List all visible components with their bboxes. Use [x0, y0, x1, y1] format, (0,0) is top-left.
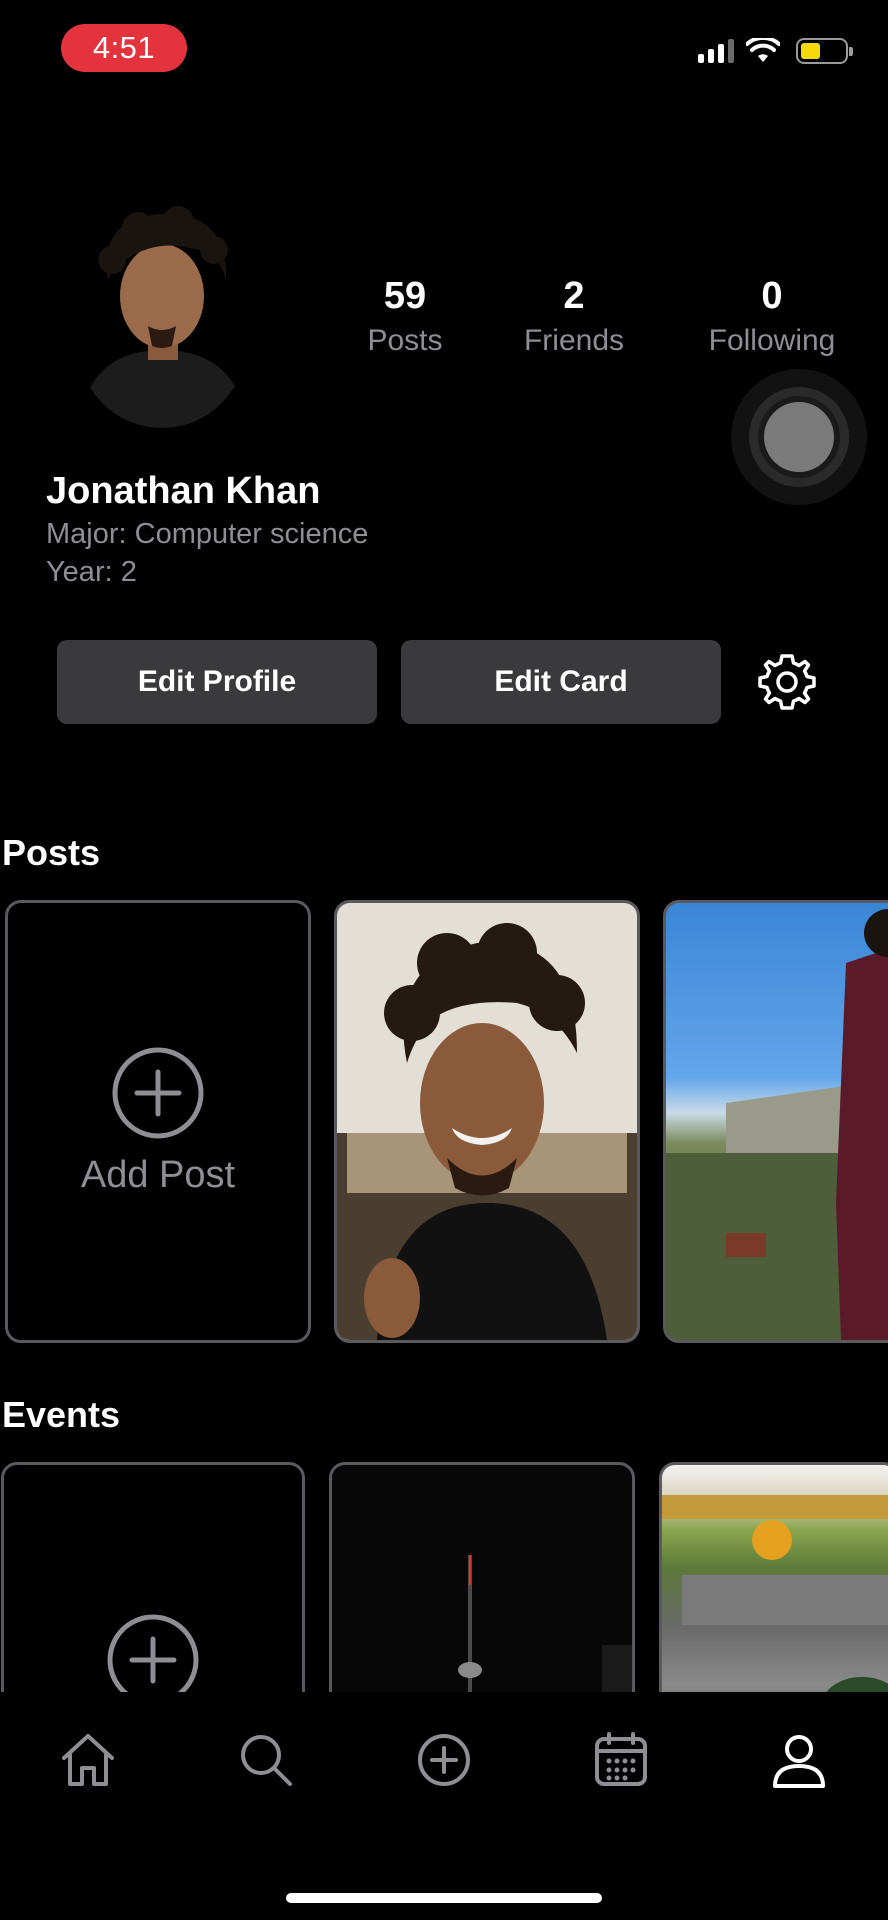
add-circle-icon[interactable] — [414, 1730, 474, 1790]
search-icon[interactable] — [236, 1730, 296, 1790]
signal-icon — [698, 39, 734, 63]
stat-friends-value: 2 — [563, 275, 585, 317]
post-photo-landscape — [666, 909, 888, 1340]
stat-posts-value: 59 — [383, 275, 427, 317]
stat-following-label: Following — [708, 324, 836, 357]
posts-section-title: Posts — [2, 832, 101, 873]
battery-icon — [796, 38, 853, 64]
post-thumbnail[interactable] — [663, 900, 888, 1343]
home-icon[interactable] — [58, 1730, 118, 1790]
assistive-touch-button[interactable] — [731, 369, 867, 505]
profile-year: Year: 2 — [46, 556, 137, 588]
wifi-icon — [746, 38, 780, 62]
profile-major: Major: Computer science — [46, 518, 369, 550]
stat-following[interactable]: 0 Following — [682, 275, 862, 358]
home-indicator[interactable] — [286, 1893, 602, 1903]
add-post-card[interactable]: Add Post — [5, 900, 311, 1343]
profile-icon[interactable] — [769, 1730, 829, 1790]
stat-friends-label: Friends — [523, 324, 625, 357]
edit-profile-button[interactable]: Edit Profile — [57, 640, 377, 724]
profile-name: Jonathan Khan — [46, 470, 321, 512]
stat-following-value: 0 — [761, 275, 783, 317]
tab-bar — [0, 1692, 888, 1920]
gear-icon[interactable] — [757, 652, 817, 712]
stat-friends[interactable]: 2 Friends — [484, 275, 664, 358]
add-post-label: Add Post — [80, 1154, 236, 1196]
post-photo-portrait — [337, 923, 637, 1340]
status-icons — [698, 38, 853, 64]
post-thumbnail[interactable] — [334, 900, 640, 1343]
calendar-icon[interactable] — [591, 1730, 651, 1790]
stat-posts-label: Posts — [367, 324, 443, 357]
status-time: 4:51 — [61, 24, 187, 72]
events-section-title: Events — [2, 1394, 121, 1435]
avatar[interactable] — [68, 200, 256, 428]
stat-posts[interactable]: 59 Posts — [315, 275, 495, 358]
edit-card-button[interactable]: Edit Card — [401, 640, 721, 724]
add-post-icon — [112, 1047, 204, 1139]
